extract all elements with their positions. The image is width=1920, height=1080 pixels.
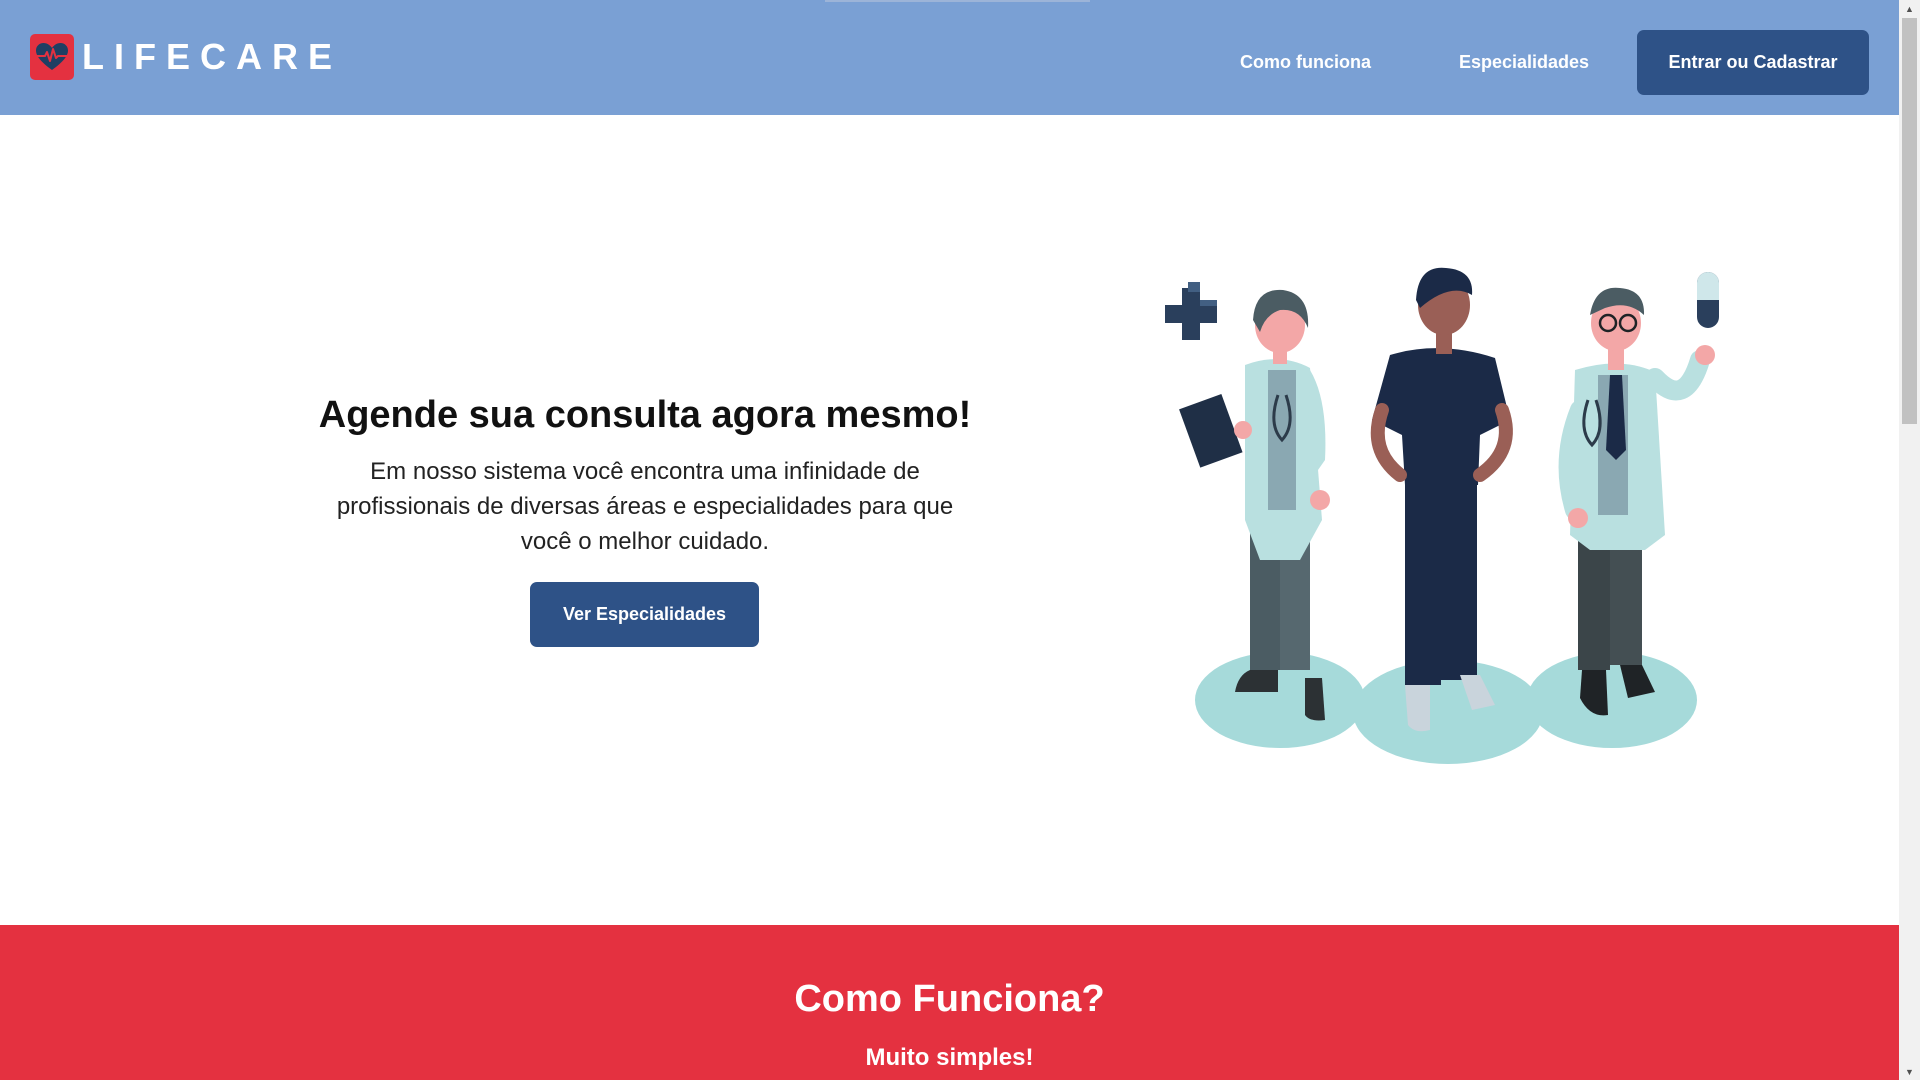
how-it-works-title: Como Funciona? bbox=[794, 978, 1105, 1020]
nav-como-funciona[interactable]: Como funciona bbox=[1240, 50, 1371, 74]
logo[interactable]: LIFECARE bbox=[30, 34, 342, 80]
logo-text: LIFECARE bbox=[82, 36, 342, 77]
header-top-line bbox=[825, 0, 1090, 2]
doctors-illustration-icon bbox=[1165, 267, 1719, 764]
view-specialties-button[interactable]: Ver Especialidades bbox=[530, 582, 759, 647]
how-it-works-subtitle: Muito simples! bbox=[865, 1044, 1034, 1071]
hero-text: Agende sua consulta agora mesmo! Em noss… bbox=[310, 390, 980, 559]
site-header: LIFECARE Como funciona Especialidades En… bbox=[0, 0, 1899, 115]
hero-title: Agende sua consulta agora mesmo! bbox=[318, 394, 972, 436]
page: LIFECARE Como funciona Especialidades En… bbox=[0, 0, 1899, 1080]
scrollbar-thumb[interactable] bbox=[1902, 18, 1917, 424]
hero-description: Em nosso sistema você encontra uma infin… bbox=[336, 458, 954, 555]
vertical-scrollbar[interactable]: ▲ ▼ bbox=[1899, 0, 1920, 1080]
nav-especialidades[interactable]: Especialidades bbox=[1459, 50, 1589, 74]
heart-pulse-icon bbox=[30, 34, 74, 80]
scroll-down-arrow-icon[interactable]: ▼ bbox=[1899, 1063, 1920, 1080]
scroll-up-arrow-icon[interactable]: ▲ bbox=[1899, 0, 1920, 17]
login-signup-button[interactable]: Entrar ou Cadastrar bbox=[1637, 30, 1869, 95]
how-it-works-section: Como Funciona? Muito simples! bbox=[0, 925, 1899, 1080]
